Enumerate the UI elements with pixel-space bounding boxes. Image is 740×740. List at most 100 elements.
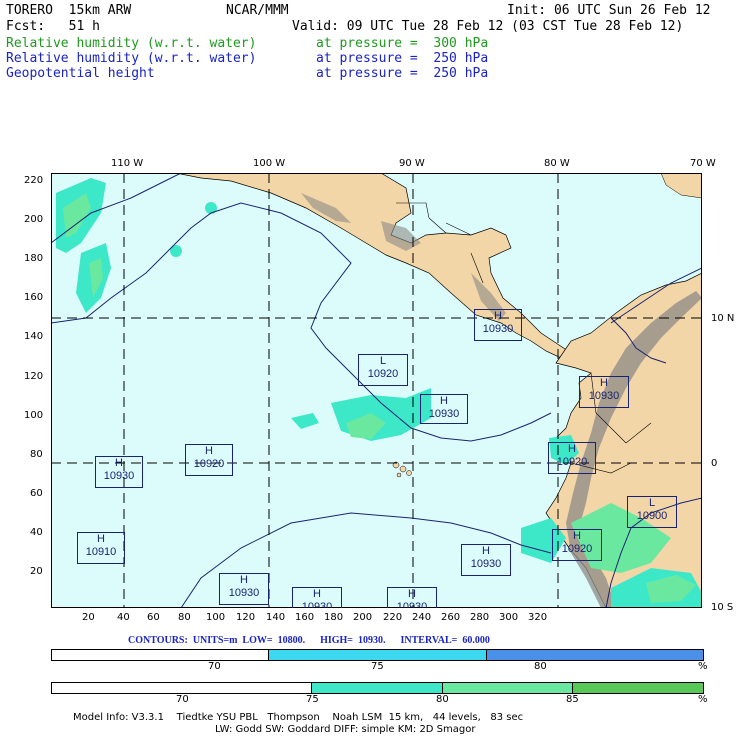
center-value: 10920 — [556, 456, 588, 468]
scale-label: % — [698, 661, 708, 672]
y-tick: 20 — [30, 566, 43, 577]
x-tick: 260 — [441, 612, 461, 623]
lat-label-0: 0 — [711, 458, 718, 469]
scale-label: 75 — [371, 661, 384, 672]
center-type: L — [379, 355, 387, 367]
model-title: TORERO 15km ARW — [6, 3, 132, 18]
model-physics: LW: Godd SW: Goddard DIFF: simple KM: 2D… — [215, 724, 476, 735]
lon-label-90w: 90 W — [399, 158, 425, 169]
y-tick: 160 — [24, 292, 44, 303]
x-tick: 100 — [206, 612, 226, 623]
pressure-center: H 10920 — [548, 442, 596, 474]
x-tick: 240 — [412, 612, 432, 623]
x-tick: 40 — [117, 612, 130, 623]
pressure-center: H 10930 — [387, 587, 437, 608]
center-type: H — [408, 588, 416, 600]
scale-label: 75 — [306, 694, 319, 705]
lon-label-80w: 80 W — [544, 158, 570, 169]
colorbar-segment — [312, 683, 443, 693]
contours-info: CONTOURS: UNITS=m LOW= 10800. HIGH= 1093… — [128, 635, 490, 646]
y-tick: 80 — [30, 449, 43, 460]
pressure-center: H 10930 — [461, 544, 511, 576]
center-type: H — [482, 545, 490, 557]
lat-label-10n: 10 N — [711, 313, 735, 324]
center-type: H — [440, 395, 448, 407]
lon-label-100w: 100 W — [253, 158, 286, 169]
center-value: 10930 — [301, 601, 333, 608]
x-tick: 60 — [147, 612, 160, 623]
pressure-center: H 10920 — [552, 529, 602, 561]
y-tick: 60 — [30, 488, 43, 499]
colorbar-segment — [269, 650, 487, 660]
x-tick: 20 — [82, 612, 95, 623]
colorbar-250hpa — [51, 649, 704, 661]
x-tick: 320 — [528, 612, 548, 623]
y-tick: 100 — [24, 410, 44, 421]
pressure-center: H 10930 — [219, 573, 269, 605]
x-tick: 140 — [266, 612, 286, 623]
field-2-name: Relative humidity (w.r.t. water) — [6, 51, 257, 66]
center-type: H — [494, 310, 502, 322]
scale-label: 70 — [176, 694, 189, 705]
center-type: H — [313, 588, 321, 600]
colorbar-segment — [573, 683, 703, 693]
center-value: 10910 — [85, 546, 117, 558]
scale-label: 70 — [208, 661, 221, 672]
y-tick: 200 — [24, 214, 44, 225]
center-type: H — [568, 443, 576, 455]
scale-label: 80 — [436, 694, 449, 705]
lat-label-10s: 10 S — [711, 602, 734, 613]
y-tick: 180 — [24, 253, 44, 264]
pressure-center: H 10910 — [77, 532, 125, 564]
lon-label-70w: 70 W — [690, 158, 716, 169]
x-tick: 160 — [295, 612, 315, 623]
scale-label: 85 — [566, 694, 579, 705]
y-tick: 220 — [24, 175, 44, 186]
init-time: Init: 06 UTC Sun 26 Feb 12 — [507, 3, 711, 18]
colorbar-segment — [52, 683, 313, 693]
x-tick: 180 — [324, 612, 344, 623]
center-value: 10930 — [588, 390, 620, 402]
x-tick: 80 — [178, 612, 191, 623]
colorbar-300hpa — [51, 682, 704, 694]
pressure-center: H 10930 — [95, 456, 143, 488]
center-value: 10920 — [193, 458, 225, 470]
valid-time: Valid: 09 UTC Tue 28 Feb 12 (03 CST Tue … — [292, 19, 684, 34]
center-type: H — [97, 533, 105, 545]
center-type: H — [573, 530, 581, 542]
field-3-level: at pressure = 250 hPa — [316, 66, 489, 81]
colorbar-segment — [52, 650, 270, 660]
center-value: 10930 — [396, 601, 428, 608]
forecast-hour: Fcst: 51 h — [6, 19, 100, 34]
scale-label: 80 — [534, 661, 547, 672]
center-value: 10930 — [470, 558, 502, 570]
center-value: 10930 — [482, 323, 514, 335]
y-tick: 40 — [30, 527, 43, 538]
colorbar-segment — [486, 650, 703, 660]
field-2-level: at pressure = 250 hPa — [316, 51, 489, 66]
center-value: 10930 — [103, 470, 135, 482]
x-tick: 220 — [383, 612, 403, 623]
scale-label: % — [698, 694, 708, 705]
center-value: 10930 — [228, 587, 260, 599]
field-3-name: Geopotential height — [6, 66, 155, 81]
pressure-center: L 10900 — [627, 496, 677, 528]
pressure-center: H 10930 — [420, 394, 468, 424]
center-type: H — [205, 445, 213, 457]
x-tick: 200 — [353, 612, 373, 623]
pressure-center: H 10930 — [474, 309, 522, 341]
field-1-level: at pressure = 300 hPa — [316, 36, 489, 51]
center-value: 10900 — [636, 510, 668, 522]
field-1-name: Relative humidity (w.r.t. water) — [6, 36, 257, 51]
model-info: Model Info: V3.3.1 Tiedtke YSU PBL Thomp… — [73, 712, 524, 723]
center-value: 10930 — [428, 408, 460, 420]
center-type: H — [240, 574, 248, 586]
pressure-center: H 10930 — [579, 376, 629, 408]
center-value: 10920 — [367, 368, 399, 380]
center-type: H — [600, 377, 608, 389]
x-tick: 300 — [499, 612, 519, 623]
x-tick: 280 — [470, 612, 490, 623]
center-value: 10920 — [561, 543, 593, 555]
y-tick: 120 — [24, 371, 44, 382]
colorbar-segment — [442, 683, 574, 693]
